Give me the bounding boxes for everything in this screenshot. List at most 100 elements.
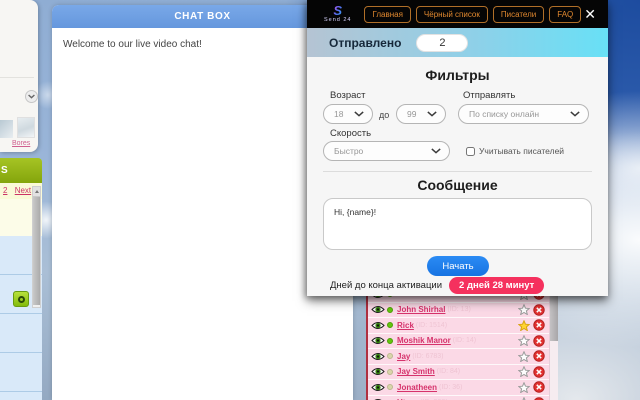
thumbnail-image[interactable] xyxy=(0,120,13,138)
tab-blacklist[interactable]: Чёрный список xyxy=(415,5,488,23)
eye-icon[interactable] xyxy=(371,305,385,314)
chevron-down-icon xyxy=(570,111,580,117)
send-mode-value: По списку онлайн xyxy=(469,109,540,119)
chat-welcome-message: Welcome to our live video chat! xyxy=(63,39,202,50)
star-icon[interactable] xyxy=(518,335,530,347)
left-scrollbar[interactable] xyxy=(32,186,41,308)
star-icon[interactable] xyxy=(518,381,530,393)
tab-main[interactable]: Главная xyxy=(364,5,411,23)
tab-faq[interactable]: FAQ xyxy=(549,5,582,23)
online-status-dot xyxy=(387,368,393,375)
page-link[interactable]: 2 xyxy=(3,186,7,195)
member-row: Moshik Manor (ID: 14) xyxy=(368,334,549,349)
scrollbar-thumb[interactable] xyxy=(550,293,558,341)
screen: Bores S 2 Next CHAT BOX Welcome to our l… xyxy=(0,0,640,400)
sent-count: 2 xyxy=(416,33,469,52)
scroll-up-arrow[interactable] xyxy=(33,187,40,197)
remove-icon[interactable] xyxy=(533,304,545,316)
remove-icon[interactable] xyxy=(533,381,545,393)
member-name-link[interactable]: John Shirhal xyxy=(397,305,445,314)
speed-value: Быстро xyxy=(334,146,364,156)
member-name-link[interactable]: Jonatheen xyxy=(397,383,437,392)
member-id: (ID: 1514) xyxy=(415,321,448,329)
message-title: Сообщение xyxy=(417,177,498,193)
speed-select[interactable]: Быстро xyxy=(323,141,450,161)
member-list: John Shirhal (ID: 13) Rick (ID: 1514) Mo… xyxy=(366,287,549,400)
online-status-dot xyxy=(387,353,393,360)
chevron-down-icon xyxy=(28,94,35,99)
member-name-link[interactable]: Jay xyxy=(397,352,410,361)
member-row: Uturo (ID: 398) xyxy=(368,396,549,400)
eye-icon[interactable] xyxy=(371,352,385,361)
close-icon[interactable]: ✕ xyxy=(581,6,599,23)
thumbnail-image[interactable] xyxy=(17,117,35,138)
writers-checkbox[interactable] xyxy=(466,146,475,156)
dropdown-button[interactable] xyxy=(25,90,38,103)
next-page-link[interactable]: Next xyxy=(15,186,31,195)
star-icon[interactable] xyxy=(518,304,530,316)
chevron-down-icon xyxy=(427,111,437,117)
age-label: Возраст xyxy=(330,90,366,101)
webcam-icon[interactable] xyxy=(13,291,29,307)
send-label: Отправлять xyxy=(463,90,516,101)
writers-checkbox-label[interactable]: Учитывать писателей xyxy=(479,146,564,156)
send24-logo-icon: S xyxy=(333,3,343,19)
online-status-dot xyxy=(387,337,393,344)
star-icon[interactable] xyxy=(518,366,530,378)
member-row: Jay Smith (ID: 84) xyxy=(368,365,549,380)
chat-header-title: CHAT BOX xyxy=(174,11,231,22)
list-header-text: S xyxy=(1,165,8,176)
member-row: Jonatheen (ID: 36) xyxy=(368,380,549,396)
eye-icon[interactable] xyxy=(371,321,385,330)
age-to-select[interactable]: 99 xyxy=(396,104,446,124)
remove-icon[interactable] xyxy=(533,319,545,331)
sent-bar: Отправлено 2 xyxy=(307,28,608,57)
member-row: Rick (ID: 1514) xyxy=(368,318,549,334)
member-row: John Shirhal (ID: 13) xyxy=(368,303,549,318)
remove-icon[interactable] xyxy=(533,350,545,362)
age-from-select[interactable]: 18 xyxy=(323,104,373,124)
eye-icon[interactable] xyxy=(371,336,385,345)
activation-label: Дней до конца активации xyxy=(330,280,443,291)
left-top-panel: Bores xyxy=(0,0,38,152)
star-icon[interactable] xyxy=(518,319,530,331)
popup-topbar: S Send 24 Главная Чёрный список Писатели… xyxy=(307,0,608,28)
member-id: (ID: 6783) xyxy=(412,352,444,360)
member-id: (ID: 13) xyxy=(447,306,471,314)
remove-icon[interactable] xyxy=(533,366,545,378)
member-name-link[interactable]: Jay Smith xyxy=(397,367,435,376)
list-header: S xyxy=(0,158,42,183)
thumbnail-link[interactable]: Bores xyxy=(12,140,30,147)
member-name-link[interactable]: Moshik Manor xyxy=(397,336,451,345)
age-to-value: 99 xyxy=(407,109,417,119)
start-button[interactable]: Начать xyxy=(427,256,489,276)
online-status-dot xyxy=(387,306,393,313)
chevron-down-icon xyxy=(354,111,364,117)
divider xyxy=(0,77,34,78)
remove-icon[interactable] xyxy=(533,335,545,347)
activation-row: Дней до конца активации 2 дней 28 минут xyxy=(330,277,545,294)
brand: S Send 24 xyxy=(316,4,359,24)
writers-checkbox-row: Учитывать писателей xyxy=(466,146,564,156)
member-id: (ID: 36) xyxy=(439,383,463,391)
online-status-dot xyxy=(387,384,393,391)
member-list-scrollbar[interactable] xyxy=(549,287,558,400)
divider xyxy=(323,171,592,172)
scrollbar-thumb[interactable] xyxy=(33,197,40,305)
star-icon[interactable] xyxy=(518,350,530,362)
eye-icon[interactable] xyxy=(371,383,385,392)
tab-writers[interactable]: Писатели xyxy=(492,5,545,23)
member-id: (ID: 84) xyxy=(436,368,461,376)
message-input[interactable]: Hi, {name}! xyxy=(323,198,592,250)
member-id: (ID: 14) xyxy=(452,337,477,345)
chevron-down-icon xyxy=(431,148,441,154)
popup-tabs: Главная Чёрный список Писатели FAQ xyxy=(364,5,582,23)
eye-icon[interactable] xyxy=(371,367,385,376)
speed-label: Скорость xyxy=(330,128,372,139)
brand-name: Send 24 xyxy=(323,17,352,24)
age-to-word: до xyxy=(379,110,390,120)
send24-popup: S Send 24 Главная Чёрный список Писатели… xyxy=(307,0,608,296)
member-name-link[interactable]: Rick xyxy=(397,321,414,330)
send-mode-select[interactable]: По списку онлайн xyxy=(458,104,589,124)
left-list-panel: S 2 Next xyxy=(0,158,42,400)
